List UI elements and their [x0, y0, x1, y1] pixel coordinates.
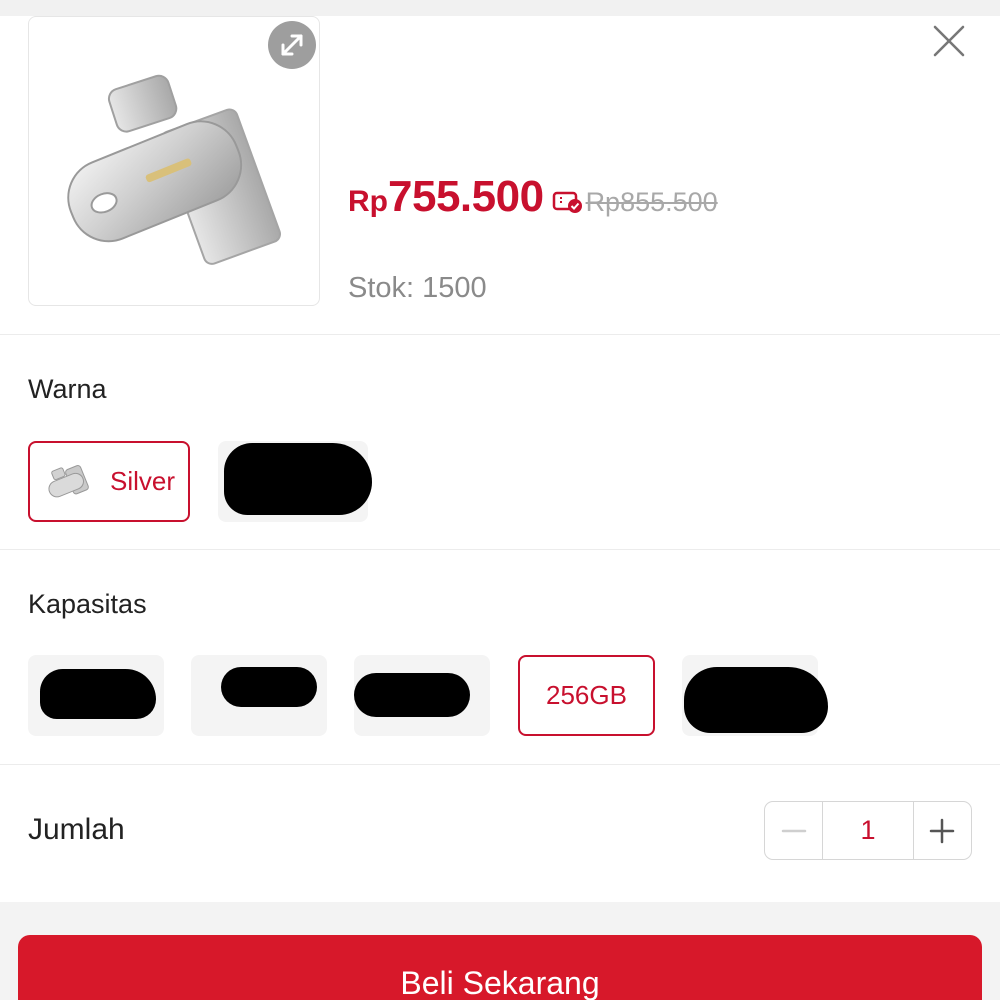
- redaction-mark: [354, 673, 470, 717]
- silver-thumbnail-icon: [48, 464, 89, 497]
- capacity-option-redacted[interactable]: [191, 655, 327, 736]
- price-row: Rp 755.500 Rp855.500: [348, 172, 718, 232]
- quantity-value[interactable]: 1: [822, 802, 914, 859]
- price-value: 755.500: [388, 172, 544, 221]
- coupon-icon: [552, 189, 584, 215]
- color-section-label: Warna: [28, 374, 107, 404]
- redaction-mark: [684, 667, 828, 733]
- minus-icon: [781, 829, 806, 832]
- color-option-label: Silver: [110, 466, 176, 496]
- color-option-redacted[interactable]: [218, 441, 372, 522]
- plus-icon: [930, 818, 955, 843]
- price-original: Rp855.500: [585, 187, 718, 217]
- redaction-mark: [221, 667, 317, 707]
- capacity-option-label: 256GB: [546, 680, 627, 710]
- divider: [0, 549, 1000, 550]
- close-button[interactable]: [926, 18, 972, 64]
- capacity-option-redacted[interactable]: [682, 655, 828, 736]
- expand-image-button[interactable]: [268, 21, 316, 69]
- close-icon: [933, 25, 965, 57]
- price-currency: Rp: [348, 185, 388, 218]
- quantity-stepper[interactable]: 1: [764, 801, 972, 860]
- sheet-top-strip: [0, 0, 1000, 16]
- capacity-option-256gb[interactable]: 256GB: [518, 655, 655, 736]
- quantity-label: Jumlah: [28, 813, 125, 846]
- divider: [0, 334, 1000, 335]
- decrement-button[interactable]: [765, 802, 822, 859]
- stock-count: Stok: 1500: [348, 272, 487, 304]
- redaction-mark: [224, 443, 372, 515]
- redaction-mark: [40, 669, 156, 719]
- capacity-option-redacted[interactable]: [354, 655, 490, 736]
- divider: [0, 764, 1000, 765]
- color-option-silver[interactable]: Silver: [28, 441, 190, 522]
- expand-icon: [281, 34, 303, 56]
- capacity-option-redacted[interactable]: [28, 655, 164, 736]
- buy-now-label: Beli Sekarang: [400, 965, 600, 1000]
- increment-button[interactable]: [914, 802, 971, 859]
- buy-now-button[interactable]: Beli Sekarang: [18, 935, 982, 1000]
- capacity-section-label: Kapasitas: [28, 589, 147, 619]
